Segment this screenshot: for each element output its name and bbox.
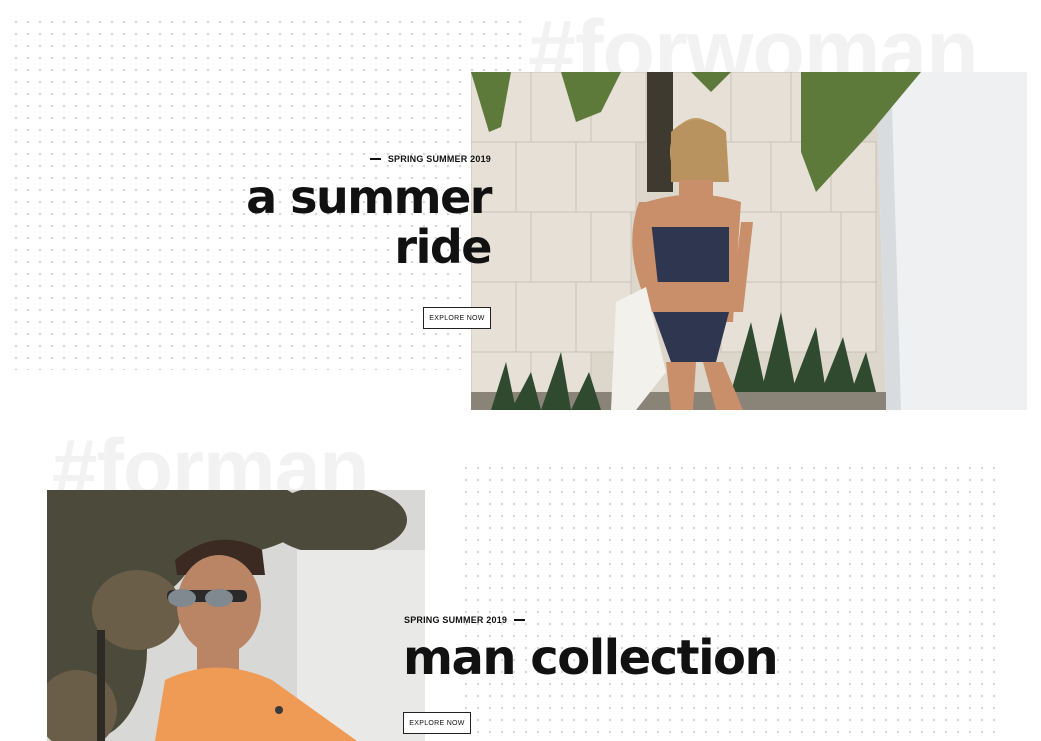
women-eyebrow-text: SPRING SUMMER 2019	[387, 154, 491, 164]
men-eyebrow: SPRING SUMMER 2019	[404, 615, 526, 625]
women-headline: a summer ride	[191, 170, 492, 274]
man-hero-image	[47, 490, 425, 741]
women-eyebrow: SPRING SUMMER 2019	[369, 154, 491, 164]
eyebrow-dash	[514, 619, 526, 621]
women-headline-line1: a summer	[246, 170, 492, 224]
men-eyebrow-text: SPRING SUMMER 2019	[404, 615, 508, 625]
men-headline: man collection	[403, 630, 779, 686]
eyebrow-dash	[369, 158, 381, 160]
dot-pattern-bottom	[460, 462, 1000, 741]
women-explore-now-button[interactable]: EXPLORE NOW	[423, 307, 491, 329]
men-explore-now-button[interactable]: EXPLORE NOW	[403, 712, 471, 734]
woman-hero-image	[471, 72, 1027, 410]
women-headline-line2: ride	[394, 220, 492, 274]
